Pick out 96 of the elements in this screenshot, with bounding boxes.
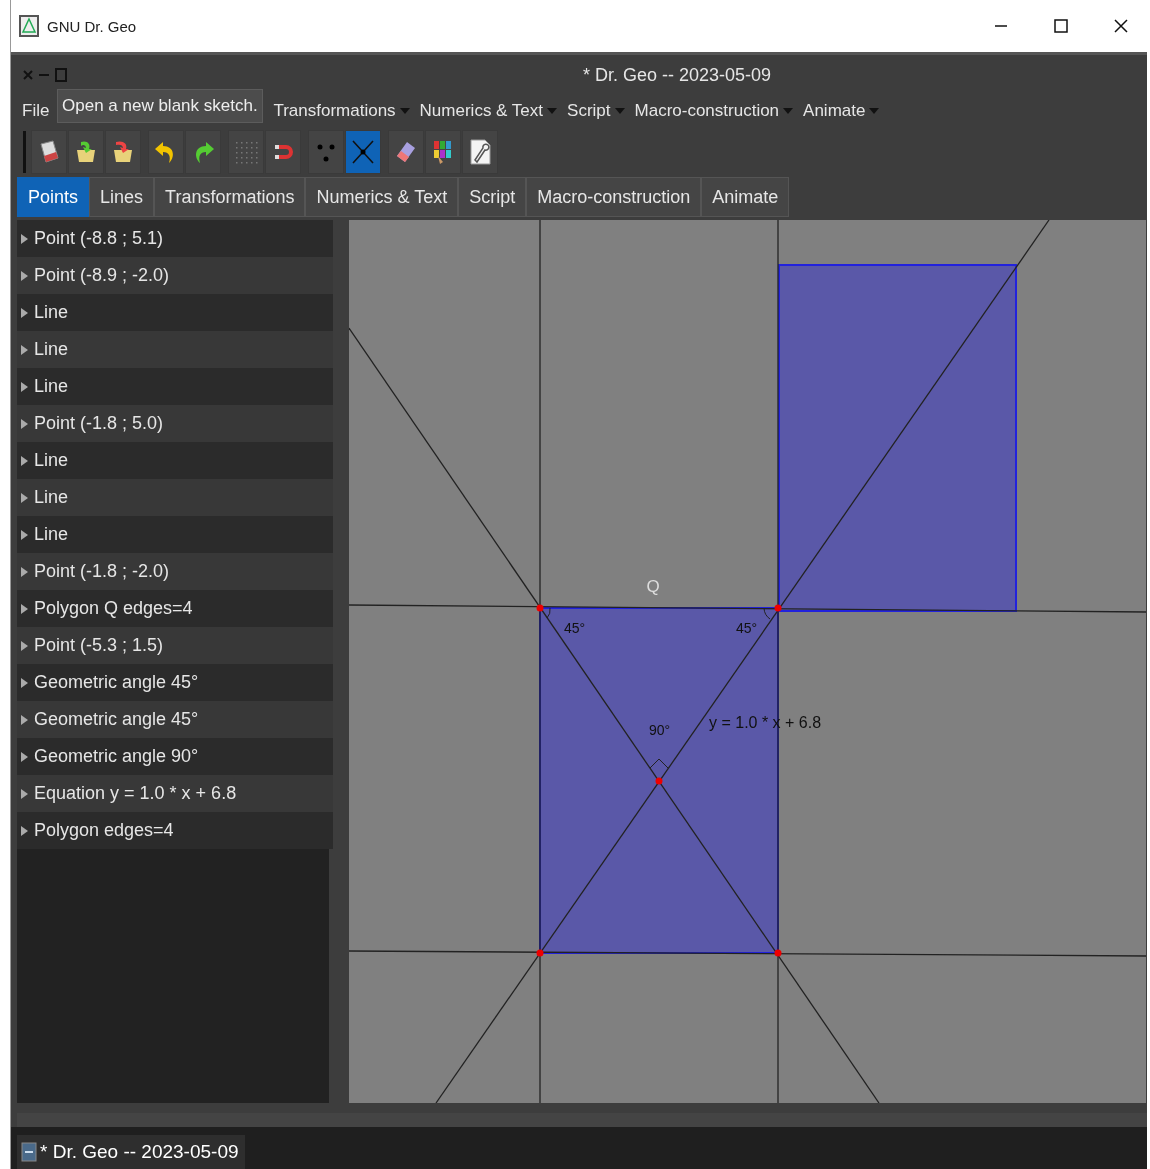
tree-item[interactable]: Point (-5.3 ; 1.5) [17,627,333,664]
tree-item[interactable]: Point (-1.8 ; 5.0) [17,405,333,442]
expand-icon[interactable] [21,751,28,762]
tree-item[interactable]: Line [17,479,333,516]
tree-item-label: Line [34,302,69,323]
tree-item-label: Line [34,376,69,397]
close-icon[interactable] [1113,18,1129,34]
tree-item-label: Line [34,487,69,508]
tab[interactable]: Script [458,177,527,217]
angle-arc [763,607,771,620]
angle-label: 90° [649,722,671,738]
tree-item-label: Line [34,339,69,360]
expand-icon[interactable] [21,714,28,725]
tab[interactable]: Macro-construction [526,177,702,217]
tree-item[interactable]: Geometric angle 45° [17,664,333,701]
window-icon [21,1142,37,1162]
menu-item[interactable]: Script [564,101,628,121]
tab[interactable]: Transformations [154,177,306,217]
tree-item[interactable]: Line [17,368,333,405]
equation-label: y = 1.0 * x + 6.8 [709,714,822,731]
tree-item[interactable]: Polygon Q edges=4 [17,590,333,627]
expand-icon[interactable] [21,788,28,799]
tree-item[interactable]: Point (-1.8 ; -2.0) [17,553,333,590]
tree-item[interactable]: Geometric angle 90° [17,738,333,775]
polygon-label: Q [646,577,660,596]
tree-item-label: Geometric angle 45° [34,709,199,730]
expand-icon[interactable] [21,307,28,318]
tree-item[interactable]: Line [17,294,333,331]
tab[interactable]: Numerics & Text [305,177,459,217]
tree-item-label: Line [34,524,69,545]
point[interactable] [774,604,782,612]
expand-icon[interactable] [21,825,28,836]
tree-item-label: Point (-1.8 ; -2.0) [34,561,170,582]
expand-icon[interactable] [21,455,28,466]
tree-item-label: Polygon edges=4 [34,820,174,841]
intersection-icon [350,138,376,166]
angle-label: 45° [736,620,758,636]
tree-item-label: Point (-8.9 ; -2.0) [34,265,170,286]
toolbar-button[interactable] [185,130,221,174]
tree-item-label: Point (-8.8 ; 5.1) [34,228,164,249]
tree-item-label: Geometric angle 45° [34,672,199,693]
toolbar-button[interactable] [68,130,104,174]
tab[interactable]: Animate [701,177,790,217]
tree-item-label: Line [34,450,69,471]
point[interactable] [536,949,544,957]
expand-icon[interactable] [21,640,28,651]
tree-item[interactable]: Line [17,331,333,368]
tree-item[interactable]: Line [17,442,333,479]
tooltip: Open a new blank sketch. [57,89,263,123]
expand-icon[interactable] [21,418,28,429]
wrench-icon [467,138,493,166]
app-icon [19,15,39,37]
expand-icon[interactable] [21,529,28,540]
toolbar-button[interactable] [425,130,461,174]
toolbar-button[interactable] [265,130,301,174]
tree-item-label: Equation y = 1.0 * x + 6.8 [34,783,237,804]
tree-item[interactable]: Point (-8.9 ; -2.0) [17,257,333,294]
tree-item[interactable]: Equation y = 1.0 * x + 6.8 [17,775,333,812]
expand-icon[interactable] [21,492,28,503]
menu-item[interactable]: Numerics & Text [416,101,561,121]
menu-item[interactable]: Transformations [270,101,413,121]
toolbar-button[interactable] [31,130,67,174]
point[interactable] [536,604,544,612]
point[interactable] [774,949,782,957]
tree-item[interactable]: Point (-8.8 ; 5.1) [17,220,333,257]
toolbar-button[interactable] [105,130,141,174]
toolbar-button[interactable] [388,130,424,174]
taskbar-item[interactable]: * Dr. Geo -- 2023-05-09 [17,1135,245,1169]
window-title: GNU Dr. Geo [47,17,138,35]
tree-item-label: Point (-1.8 ; 5.0) [34,413,164,434]
angle-label: 45° [564,620,586,636]
tab[interactable]: Lines [89,177,155,217]
sketch-title: * Dr. Geo -- 2023-05-09 [583,64,773,86]
tree-item[interactable]: Line [17,516,333,553]
menu-item[interactable]: File [19,101,53,121]
angle-arc [546,607,551,619]
toolbar-button[interactable] [148,130,184,174]
tree-item-label: Point (-5.3 ; 1.5) [34,635,164,656]
expand-icon[interactable] [21,344,28,355]
point[interactable] [655,777,663,785]
menu-item[interactable]: Macro-construction [631,101,797,121]
tree-item-label: Geometric angle 90° [34,746,199,767]
toolbar-button[interactable] [462,130,498,174]
expand-icon[interactable] [21,677,28,688]
menu-item[interactable]: Animate [800,101,883,121]
expand-icon[interactable] [21,270,28,281]
maximize-icon[interactable] [1054,19,1068,33]
expand-icon[interactable] [21,603,28,614]
expand-icon[interactable] [21,566,28,577]
right-angle-mark [649,758,669,769]
tree-item[interactable]: Geometric angle 45° [17,701,333,738]
tree-item-label: Polygon Q edges=4 [34,598,193,619]
expand-icon[interactable] [21,233,28,244]
tab[interactable]: Points [17,177,90,217]
expand-icon[interactable] [21,381,28,392]
tree-item[interactable]: Polygon edges=4 [17,812,333,849]
